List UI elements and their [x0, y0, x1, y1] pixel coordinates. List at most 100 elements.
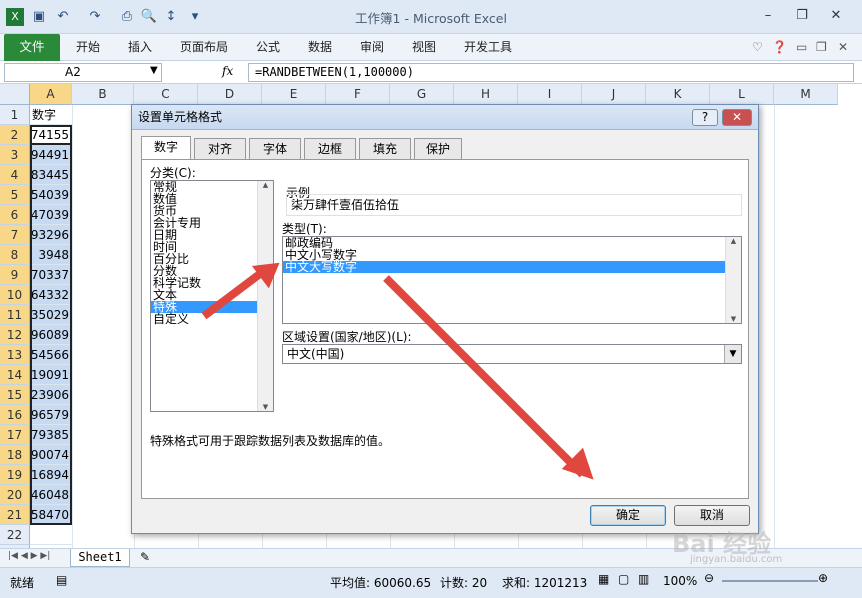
data-cell[interactable]: 93296: [30, 225, 72, 245]
column-header-h[interactable]: H: [454, 84, 518, 105]
row-header[interactable]: 2: [0, 125, 30, 145]
tab-font[interactable]: 字体: [249, 138, 301, 159]
row-header[interactable]: 4: [0, 165, 30, 185]
row-header[interactable]: 12: [0, 325, 30, 345]
data-cell[interactable]: 96579: [30, 405, 72, 425]
dialog-close-button[interactable]: ✕: [722, 109, 752, 126]
select-all-corner[interactable]: [0, 84, 30, 105]
zoom-slider[interactable]: [722, 580, 818, 582]
data-cell[interactable]: 54039: [30, 185, 72, 205]
column-header-f[interactable]: F: [326, 84, 390, 105]
column-header-i[interactable]: I: [518, 84, 582, 105]
page-break-view-icon[interactable]: ▥: [638, 572, 649, 586]
chevron-down-icon[interactable]: ▼: [724, 345, 741, 363]
data-cell[interactable]: 83445: [30, 165, 72, 185]
workbook-minimize-icon[interactable]: ▭: [796, 34, 807, 61]
row-header[interactable]: 20: [0, 485, 30, 505]
column-header-l[interactable]: L: [710, 84, 774, 105]
row-header[interactable]: 6: [0, 205, 30, 225]
column-header-b[interactable]: B: [72, 84, 134, 105]
page-layout-view-icon[interactable]: ▢: [618, 572, 629, 586]
row-header[interactable]: 18: [0, 445, 30, 465]
data-cell[interactable]: 35029: [30, 305, 72, 325]
zoom-in-icon[interactable]: ⊕: [818, 571, 828, 585]
sheet-nav-icon[interactable]: |◀ ◀ ▶ ▶|: [8, 551, 50, 561]
data-cell[interactable]: 19091: [30, 365, 72, 385]
sheet-tab-sheet1[interactable]: Sheet1: [70, 549, 130, 567]
empty-cell[interactable]: [30, 525, 72, 545]
type-item[interactable]: 中文大写数字: [283, 261, 725, 273]
row-header[interactable]: 1: [0, 105, 30, 125]
row-header[interactable]: 13: [0, 345, 30, 365]
column-header-d[interactable]: D: [198, 84, 262, 105]
row-header[interactable]: 21: [0, 505, 30, 525]
restore-button[interactable]: ❐: [788, 6, 816, 26]
data-cell[interactable]: 70337: [30, 265, 72, 285]
tab-home[interactable]: 开始: [76, 34, 100, 61]
row-header[interactable]: 5: [0, 185, 30, 205]
tab-protection[interactable]: 保护: [414, 138, 462, 159]
column-header-g[interactable]: G: [390, 84, 454, 105]
data-cell[interactable]: 47039: [30, 205, 72, 225]
tab-file[interactable]: 文件: [4, 34, 60, 61]
tab-fill[interactable]: 填充: [359, 138, 411, 159]
column-header-c[interactable]: C: [134, 84, 198, 105]
category-scrollbar[interactable]: ▲ ▼: [257, 181, 273, 411]
tab-developer[interactable]: 开发工具: [464, 34, 512, 61]
tab-insert[interactable]: 插入: [128, 34, 152, 61]
type-list[interactable]: 邮政编码 中文小写数字 中文大写数字 ▲ ▼: [282, 236, 742, 324]
row-header[interactable]: 14: [0, 365, 30, 385]
minimize-button[interactable]: –: [754, 6, 782, 26]
formula-input[interactable]: =RANDBETWEEN(1,100000): [248, 63, 854, 82]
new-sheet-icon[interactable]: ✎: [140, 550, 150, 564]
data-cell[interactable]: 90074: [30, 445, 72, 465]
insert-function-icon[interactable]: fx: [222, 64, 233, 78]
row-header[interactable]: 11: [0, 305, 30, 325]
row-header[interactable]: 22: [0, 525, 30, 545]
column-header-e[interactable]: E: [262, 84, 326, 105]
workbook-restore-icon[interactable]: ❐: [816, 34, 827, 61]
tab-view[interactable]: 视图: [412, 34, 436, 61]
column-header-k[interactable]: K: [646, 84, 710, 105]
tab-page-layout[interactable]: 页面布局: [180, 34, 228, 61]
category-list[interactable]: 常规 数值 货币 会计专用 日期 时间 百分比 分数 科学记数 文本 特殊 自定义 ▲ ▼: [150, 180, 274, 412]
data-cell[interactable]: 54566: [30, 345, 72, 365]
row-header[interactable]: 3: [0, 145, 30, 165]
workbook-close-icon[interactable]: ✕: [838, 34, 848, 61]
help-icon[interactable]: ❓: [772, 34, 787, 61]
data-cell[interactable]: 94491: [30, 145, 72, 165]
tab-number[interactable]: 数字: [141, 136, 191, 160]
data-cell[interactable]: 16894: [30, 465, 72, 485]
data-cell[interactable]: 96089: [30, 325, 72, 345]
tab-data[interactable]: 数据: [308, 34, 332, 61]
minimize-ribbon-icon[interactable]: ♡: [752, 34, 763, 61]
zoom-level[interactable]: 100%: [663, 574, 697, 588]
row-header[interactable]: 10: [0, 285, 30, 305]
ok-button[interactable]: 确定: [590, 505, 666, 526]
column-header-j[interactable]: J: [582, 84, 646, 105]
data-cell[interactable]: 58470: [30, 505, 72, 525]
tab-alignment[interactable]: 对齐: [194, 138, 246, 159]
row-header[interactable]: 19: [0, 465, 30, 485]
column-header-a[interactable]: A: [30, 84, 72, 105]
row-header[interactable]: 9: [0, 265, 30, 285]
data-cell[interactable]: 79385: [30, 425, 72, 445]
name-box-dropdown-icon[interactable]: ▼: [150, 65, 158, 76]
type-scrollbar[interactable]: ▲ ▼: [725, 237, 741, 323]
data-cell[interactable]: 64332: [30, 285, 72, 305]
row-header[interactable]: 7: [0, 225, 30, 245]
data-cell[interactable]: 3948: [30, 245, 72, 265]
close-button[interactable]: ✕: [822, 6, 850, 26]
data-cell[interactable]: 46048: [30, 485, 72, 505]
dialog-help-button[interactable]: ?: [692, 109, 718, 126]
header-cell[interactable]: 数字: [30, 105, 72, 125]
row-header[interactable]: 16: [0, 405, 30, 425]
normal-view-icon[interactable]: ▦: [598, 572, 609, 586]
row-header[interactable]: 15: [0, 385, 30, 405]
tab-review[interactable]: 审阅: [360, 34, 384, 61]
row-header[interactable]: 8: [0, 245, 30, 265]
locale-select[interactable]: 中文(中国) ▼: [282, 344, 742, 364]
tab-border[interactable]: 边框: [304, 138, 356, 159]
data-cell[interactable]: 74155: [30, 125, 72, 145]
zoom-out-icon[interactable]: ⊖: [704, 571, 714, 585]
